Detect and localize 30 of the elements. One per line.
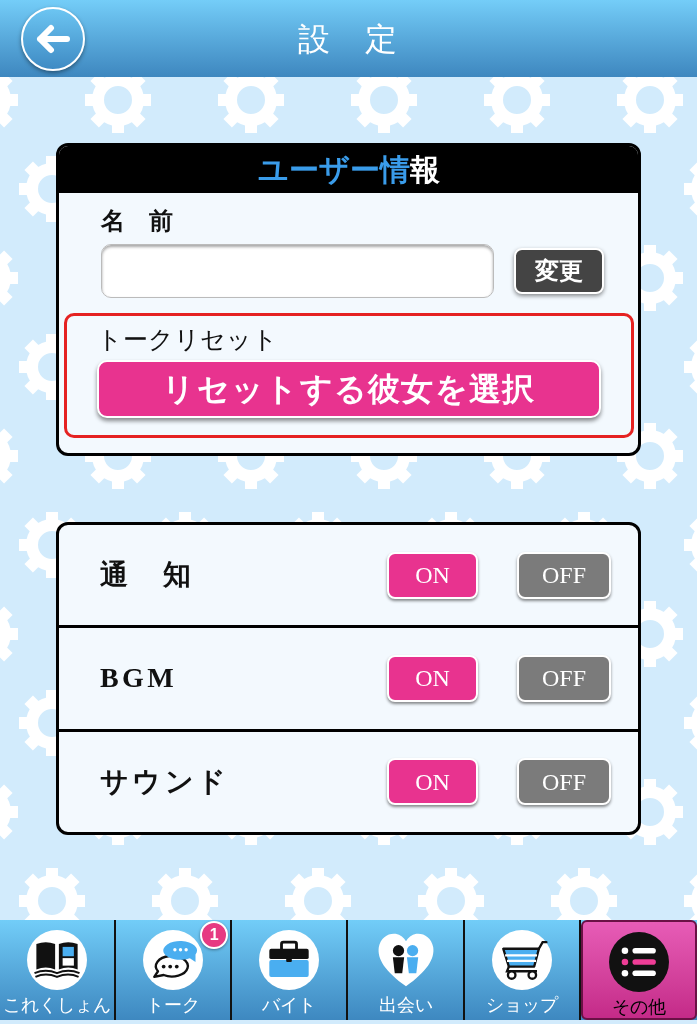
page-title: 設 定 xyxy=(298,19,399,59)
setting-label: BGM xyxy=(100,661,177,696)
chat-bubbles-icon xyxy=(143,930,204,990)
off-toggle-button[interactable]: OFF xyxy=(517,655,611,702)
setting-label: サウンド xyxy=(100,764,230,799)
notification-count: 1 xyxy=(200,921,229,949)
back-button[interactable] xyxy=(21,6,85,71)
tab-bar-item[interactable]: これくしょん xyxy=(0,920,117,1020)
open-book-icon xyxy=(27,930,88,990)
tab-bar-item[interactable]: トーク 1 xyxy=(116,920,233,1020)
panel-title: ユーザー情報 xyxy=(257,151,440,188)
name-label: 名 前 xyxy=(101,207,174,235)
off-toggle-button[interactable]: OFF xyxy=(517,551,611,599)
change-button[interactable]: 変更 xyxy=(514,248,604,294)
list-icon xyxy=(608,932,669,992)
talk-reset-label: トークリセット xyxy=(97,324,279,354)
on-toggle-button[interactable]: ON xyxy=(387,551,478,599)
on-toggle-button[interactable]: ON xyxy=(387,758,478,806)
shopping-cart-icon xyxy=(491,930,552,990)
tab-bar-item[interactable]: バイト xyxy=(232,920,349,1020)
tab-bar-item[interactable]: その他 xyxy=(580,920,697,1020)
arrow-left-icon xyxy=(36,23,70,54)
tab-bar-item[interactable]: ショップ xyxy=(464,920,581,1020)
briefcase-icon xyxy=(259,930,320,990)
setting-label: 通 知 xyxy=(100,558,195,593)
select-reset-button[interactable]: リセットする彼女を選択 xyxy=(97,360,601,418)
tab-bar-item[interactable]: 出会い xyxy=(348,920,465,1020)
name-input-field[interactable] xyxy=(101,244,494,298)
on-toggle-button[interactable]: ON xyxy=(387,655,478,702)
off-toggle-button[interactable]: OFF xyxy=(517,758,611,806)
